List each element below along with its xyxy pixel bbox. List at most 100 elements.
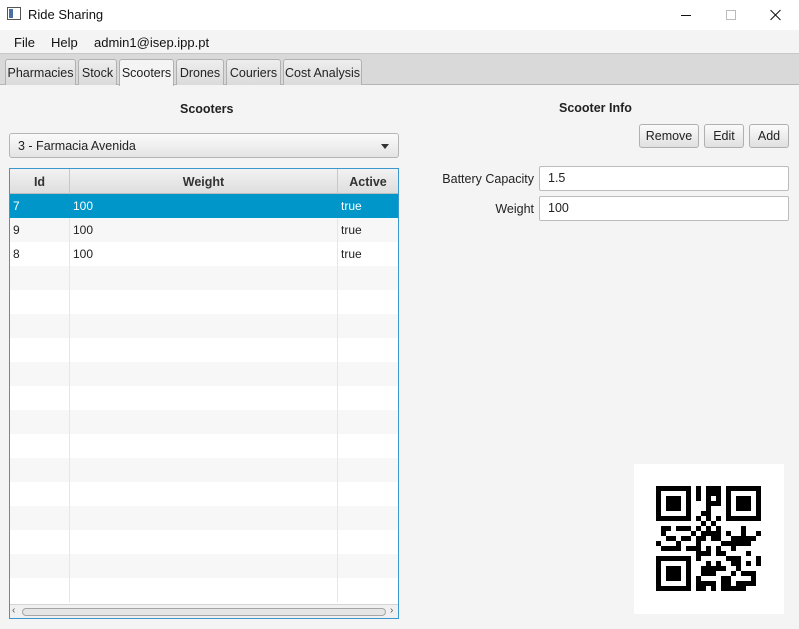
qr-module — [666, 516, 671, 521]
qr-module — [706, 571, 711, 576]
empty-table-row[interactable] — [10, 578, 398, 602]
table-header: Id Weight Active — [10, 169, 398, 194]
table-row[interactable]: 8 100 true — [10, 242, 398, 266]
qr-module — [731, 571, 736, 576]
qr-module — [676, 486, 681, 491]
qr-module — [741, 526, 746, 531]
empty-table-row[interactable] — [10, 458, 398, 482]
maximize-icon — [726, 10, 736, 20]
empty-cell — [338, 314, 398, 338]
scroll-right-icon[interactable]: › — [390, 605, 393, 616]
qr-module — [746, 506, 751, 511]
qr-module — [736, 541, 741, 546]
qr-module — [746, 541, 751, 546]
qr-module — [706, 551, 711, 556]
empty-table-row[interactable] — [10, 530, 398, 554]
qr-module — [741, 496, 746, 501]
qr-module — [656, 541, 661, 546]
maximize-button[interactable] — [708, 0, 754, 30]
menu-help[interactable]: Help — [51, 35, 78, 50]
empty-table-row[interactable] — [10, 338, 398, 362]
empty-table-row[interactable] — [10, 266, 398, 290]
qr-module — [661, 516, 666, 521]
qr-module — [721, 576, 726, 581]
scroll-left-icon[interactable]: ‹ — [12, 605, 15, 616]
qr-module — [696, 551, 701, 556]
qr-module — [741, 501, 746, 506]
empty-cell — [70, 482, 338, 506]
tab-bar: Pharmacies Stock Scooters Drones Courier… — [0, 54, 799, 86]
empty-table-row[interactable] — [10, 290, 398, 314]
empty-table-row[interactable] — [10, 482, 398, 506]
qr-module — [686, 516, 691, 521]
empty-cell — [70, 266, 338, 290]
empty-table-row[interactable] — [10, 434, 398, 458]
add-button[interactable]: Add — [749, 124, 789, 148]
qr-module — [676, 576, 681, 581]
qr-module — [716, 536, 721, 541]
qr-module — [691, 546, 696, 551]
qr-module — [741, 486, 746, 491]
pharmacy-select[interactable]: 3 - Farmacia Avenida — [9, 133, 399, 158]
empty-table-row[interactable] — [10, 362, 398, 386]
minimize-button[interactable] — [663, 0, 709, 30]
empty-cell — [10, 314, 70, 338]
tab-scooters[interactable]: Scooters — [119, 59, 174, 86]
qr-module — [676, 501, 681, 506]
empty-table-row[interactable] — [10, 314, 398, 338]
close-icon — [770, 9, 782, 21]
empty-cell — [70, 338, 338, 362]
pharmacy-select-value: 3 - Farmacia Avenida — [18, 139, 136, 153]
tab-pharmacies[interactable]: Pharmacies — [5, 59, 76, 85]
qr-module — [691, 531, 696, 536]
table-row[interactable]: 9 100 true — [10, 218, 398, 242]
scrollbar-thumb[interactable] — [22, 608, 386, 616]
menu-file[interactable]: File — [14, 35, 35, 50]
qr-module — [716, 486, 721, 491]
qr-module — [666, 571, 671, 576]
tab-drones[interactable]: Drones — [176, 59, 224, 85]
weight-field[interactable]: 100 — [539, 196, 789, 221]
horizontal-scrollbar[interactable]: ‹ › — [10, 604, 398, 618]
empty-cell — [338, 434, 398, 458]
empty-table-row[interactable] — [10, 386, 398, 410]
table-row[interactable]: 7 100 true — [10, 194, 398, 218]
qr-module — [656, 491, 661, 496]
qr-module — [731, 586, 736, 591]
qr-module — [711, 501, 716, 506]
qr-module — [686, 501, 691, 506]
empty-table-row[interactable] — [10, 554, 398, 578]
empty-cell — [10, 506, 70, 530]
qr-module — [731, 541, 736, 546]
qr-module — [751, 516, 756, 521]
tab-stock[interactable]: Stock — [78, 59, 117, 85]
weight-label: Weight — [495, 202, 534, 216]
remove-button[interactable]: Remove — [639, 124, 699, 148]
empty-table-row[interactable] — [10, 506, 398, 530]
qr-module — [701, 581, 706, 586]
qr-module — [666, 556, 671, 561]
empty-cell — [10, 386, 70, 410]
menu-user[interactable]: admin1@isep.ipp.pt — [94, 35, 209, 50]
tab-couriers[interactable]: Couriers — [226, 59, 281, 85]
close-button[interactable] — [753, 0, 799, 30]
qr-module — [726, 576, 731, 581]
cell-weight: 100 — [70, 218, 338, 242]
column-header-weight[interactable]: Weight — [70, 169, 338, 194]
battery-capacity-field[interactable]: 1.5 — [539, 166, 789, 191]
qr-module — [741, 506, 746, 511]
empty-cell — [70, 458, 338, 482]
scooters-table[interactable]: Id Weight Active 7 100 true 9 100 true 8 100 tru… — [9, 168, 399, 619]
qr-module — [736, 501, 741, 506]
chevron-down-icon[interactable] — [381, 144, 389, 149]
qr-module — [671, 571, 676, 576]
tab-cost-analysis[interactable]: Cost Analysis — [283, 59, 362, 85]
column-header-id[interactable]: Id — [10, 169, 70, 194]
empty-table-row[interactable] — [10, 410, 398, 434]
qr-module — [666, 586, 671, 591]
edit-button[interactable]: Edit — [704, 124, 744, 148]
empty-cell — [338, 338, 398, 362]
qr-module — [701, 566, 706, 571]
qr-module — [726, 511, 731, 516]
column-header-active[interactable]: Active — [338, 169, 398, 194]
